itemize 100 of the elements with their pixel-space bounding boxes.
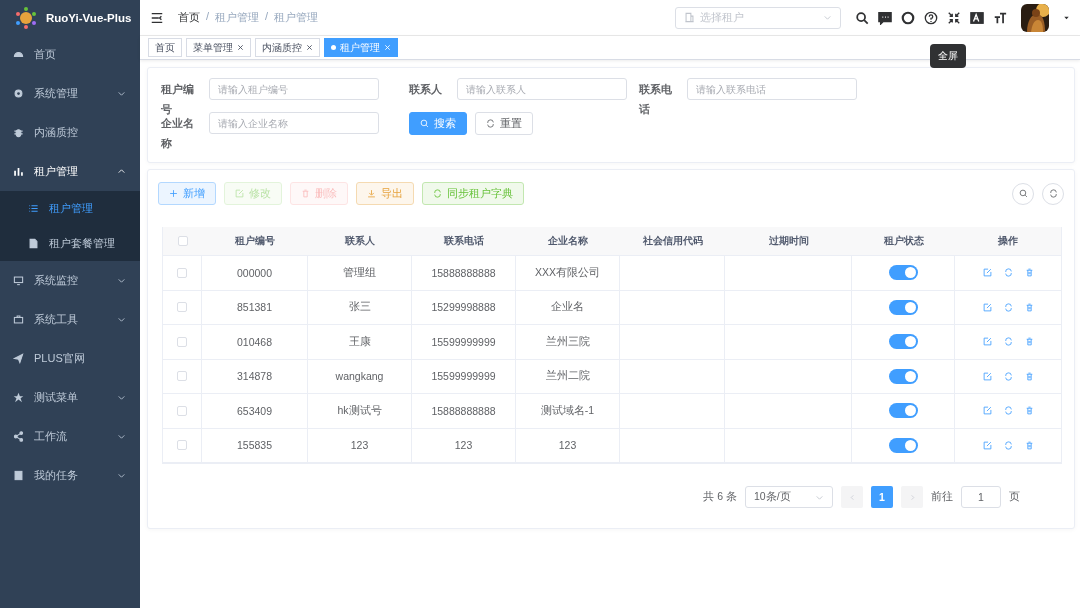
sidebar-item[interactable]: 首页 [0, 35, 140, 74]
tab[interactable]: 菜单管理 [186, 38, 251, 57]
chat-icon [878, 10, 892, 25]
status-switch[interactable] [888, 403, 918, 419]
search-icon [420, 119, 429, 128]
edit-icon [982, 440, 992, 450]
translate-icon [970, 10, 984, 25]
tooltip: 全屏 [930, 44, 966, 68]
edit-icon [982, 337, 992, 347]
tab[interactable]: 内涵质控 [255, 38, 320, 57]
breadcrumb-separator: / [265, 10, 269, 24]
submenu-item[interactable]: 租户管理 [0, 191, 140, 226]
column-header: 社会信用代码 [642, 234, 703, 248]
bug-icon [13, 127, 24, 138]
sidebar-item[interactable]: PLUS官网 [0, 339, 140, 378]
edit-icon [982, 406, 992, 416]
edit-icon [235, 189, 244, 198]
app-title: RuoYi-Vue-Plus [46, 11, 132, 24]
input-field[interactable]: 请输入租户编号 [209, 78, 379, 100]
logo-icon [14, 5, 38, 30]
gear-icon [13, 88, 24, 99]
checkbox[interactable] [177, 336, 187, 347]
input-field[interactable]: 请输入联系人 [457, 78, 627, 100]
input-field[interactable]: 请输入企业名称 [209, 112, 379, 134]
refresh-icon [1003, 371, 1013, 381]
table-cell: 15599999999 [431, 335, 496, 348]
submenu-item[interactable]: 租户套餐管理 [0, 226, 140, 261]
search-icon [855, 10, 869, 25]
table-cell: 653409 [236, 404, 272, 417]
toolbox-icon [13, 314, 24, 325]
tab[interactable]: 首页 [148, 38, 182, 57]
trash-icon [1024, 337, 1034, 347]
building-icon [684, 12, 695, 23]
breadcrumb-item[interactable]: 首页 [178, 10, 200, 25]
table-cell: 000000 [236, 266, 272, 279]
sidebar-item[interactable]: 系统监控 [0, 261, 140, 300]
sidebar-item[interactable]: 内涵质控 [0, 113, 140, 152]
page-input[interactable]: 1 [961, 486, 1001, 508]
chevron-down-icon [117, 471, 126, 480]
table-cell: 123 [558, 439, 577, 452]
trash-icon [1024, 440, 1034, 450]
table-cell: 管理组 [343, 265, 376, 280]
table-cell: 王康 [348, 334, 371, 349]
star-icon [13, 392, 24, 403]
column-header: 联系电话 [444, 234, 484, 248]
refresh-icon [1003, 302, 1013, 312]
status-switch[interactable] [888, 265, 918, 281]
refresh-icon [1003, 406, 1013, 416]
sidebar-item[interactable]: 工作流 [0, 417, 140, 456]
sidebar-item[interactable]: 系统管理 [0, 74, 140, 113]
column-header: 联系人 [345, 234, 375, 248]
field-label: 联系电话 [639, 82, 673, 117]
checkbox[interactable] [177, 405, 187, 416]
checkbox[interactable] [177, 302, 187, 313]
paper-plane-icon [13, 353, 24, 364]
table-cell: 123 [454, 439, 473, 452]
chevron-down-icon [823, 13, 832, 22]
chevron-down-icon [117, 393, 126, 402]
table-cell: 企业名 [551, 300, 584, 315]
checkbox[interactable] [177, 267, 187, 278]
page-suffix: 页 [1009, 490, 1020, 504]
table-cell: 兰州二院 [545, 369, 590, 384]
table-cell: 兰州三院 [545, 334, 590, 349]
checkbox[interactable] [177, 371, 187, 382]
refresh-icon [1048, 189, 1058, 198]
status-switch[interactable] [888, 299, 918, 315]
checkbox[interactable] [177, 236, 188, 246]
sidebar-item[interactable]: 我的任务 [0, 456, 140, 495]
table-cell: hk测试号 [337, 403, 382, 418]
input-field[interactable]: 请输入联系电话 [687, 78, 857, 100]
refresh-icon [1003, 440, 1013, 450]
sidebar-item[interactable]: 系统工具 [0, 300, 140, 339]
refresh-icon [433, 189, 442, 198]
table-cell: 15888888888 [431, 404, 496, 417]
table-cell: XXX有限公司 [535, 265, 600, 280]
sidebar-item[interactable]: 租户管理 [0, 152, 140, 191]
refresh-button[interactable] [1042, 182, 1064, 205]
table-cell: 123 [350, 439, 369, 452]
column-header: 租户编号 [235, 234, 275, 248]
search-toggle-button[interactable] [1012, 182, 1034, 205]
caret-icon [1063, 14, 1070, 21]
checkbox[interactable] [177, 440, 187, 451]
trash-icon [1024, 406, 1034, 416]
breadcrumb-item: 租户管理 [274, 10, 319, 25]
document-icon [28, 238, 39, 249]
table-cell: 15888888888 [431, 266, 496, 279]
close-icon [384, 44, 391, 51]
table-cell: 张三 [348, 300, 371, 315]
trash-icon [1024, 371, 1034, 381]
list-icon [28, 203, 39, 214]
table-cell: 15299998888 [431, 301, 496, 314]
reset-button[interactable]: 重置 [475, 112, 533, 135]
monitor-icon [13, 275, 24, 286]
status-switch[interactable] [888, 334, 918, 350]
trash-icon [1024, 302, 1034, 312]
status-switch[interactable] [888, 368, 918, 384]
sidebar-item[interactable]: 测试菜单 [0, 378, 140, 417]
table-cell: 851381 [236, 301, 272, 314]
page-size-select[interactable]: 10条/页 [745, 486, 833, 508]
status-switch[interactable] [888, 437, 918, 453]
